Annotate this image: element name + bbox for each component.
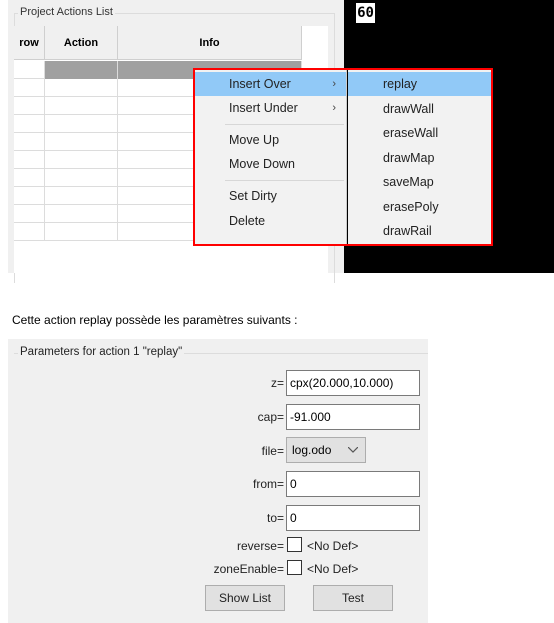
- submenu-item-drawwall[interactable]: drawWall: [348, 97, 491, 121]
- table-cell[interactable]: [45, 79, 118, 97]
- test-button[interactable]: Test: [313, 585, 393, 611]
- table-cell[interactable]: [14, 61, 45, 79]
- table-cell[interactable]: [45, 151, 118, 169]
- menu-separator: [225, 180, 344, 181]
- table-cell[interactable]: [14, 187, 45, 205]
- reverse-default: <No Def>: [307, 539, 359, 553]
- context-menu: Insert Over › Insert Under › Move Up Move …: [195, 70, 347, 244]
- menu-item-delete[interactable]: Delete: [195, 209, 346, 233]
- table-cell[interactable]: [45, 61, 118, 79]
- menu-item-insert-under[interactable]: Insert Under ›: [195, 96, 346, 120]
- table-cell[interactable]: [14, 151, 45, 169]
- show-list-button[interactable]: Show List: [205, 585, 285, 611]
- table-cell[interactable]: [14, 79, 45, 97]
- reverse-label: reverse=: [236, 539, 284, 553]
- to-input[interactable]: [286, 505, 420, 531]
- menu-item-move-down[interactable]: Move Down: [195, 152, 346, 176]
- to-label: to=: [266, 511, 284, 525]
- submenu-item-erasewall[interactable]: eraseWall: [348, 121, 491, 145]
- column-header-action[interactable]: Action: [45, 26, 118, 60]
- file-dropdown[interactable]: log.odo: [286, 437, 366, 463]
- caption-text: Cette action replay possède les paramètr…: [12, 313, 298, 327]
- submenu-item-label: drawWall: [383, 101, 434, 116]
- table-cell[interactable]: [45, 205, 118, 223]
- menu-item-set-dirty[interactable]: Set Dirty: [195, 184, 346, 208]
- submenu-item-label: eraseWall: [383, 126, 439, 140]
- submenu-item-label: saveMap: [383, 175, 434, 189]
- chevron-right-icon: ›: [332, 102, 336, 114]
- z-input[interactable]: [286, 370, 420, 396]
- file-value: log.odo: [292, 443, 332, 457]
- submenu-item-label: erasePoly: [383, 199, 439, 214]
- table-cell[interactable]: [14, 115, 45, 133]
- zoneenable-checkbox[interactable]: [287, 560, 302, 575]
- z-label: z=: [270, 376, 284, 390]
- table-cell[interactable]: [45, 133, 118, 151]
- reverse-checkbox[interactable]: [287, 537, 302, 552]
- submenu-item-erasepoly[interactable]: erasePoly: [348, 195, 491, 219]
- submenu-item-label: replay: [383, 77, 418, 91]
- from-label: from=: [252, 477, 284, 491]
- cap-input[interactable]: [286, 404, 420, 430]
- zoneenable-label: zoneEnable=: [213, 562, 284, 576]
- table-cell[interactable]: [45, 169, 118, 187]
- menu-separator: [225, 124, 344, 125]
- table-cell[interactable]: [45, 223, 118, 241]
- cap-label: cap=: [257, 410, 284, 424]
- column-header-info[interactable]: Info: [118, 26, 302, 60]
- table-cell[interactable]: [14, 205, 45, 223]
- from-input[interactable]: [286, 471, 420, 497]
- menu-item-move-up[interactable]: Move Up: [195, 128, 346, 152]
- menu-item-insert-over[interactable]: Insert Over ›: [195, 72, 346, 96]
- submenu-item-drawmap[interactable]: drawMap: [348, 146, 491, 170]
- group-title: Project Actions List: [18, 6, 115, 18]
- submenu-item-label: drawRail: [383, 224, 432, 238]
- counter-label: 60: [356, 3, 375, 23]
- column-header-row[interactable]: row: [14, 26, 45, 60]
- submenu-item-savemap[interactable]: saveMap: [348, 170, 491, 194]
- table-cell[interactable]: [45, 187, 118, 205]
- zoneenable-default: <No Def>: [307, 562, 359, 576]
- table-cell[interactable]: [14, 97, 45, 115]
- submenu-item-replay[interactable]: replay: [348, 72, 491, 96]
- table-cell[interactable]: [14, 223, 45, 241]
- file-label: file=: [261, 444, 284, 458]
- table-cell[interactable]: [45, 115, 118, 133]
- table-cell[interactable]: [45, 97, 118, 115]
- table-cell[interactable]: [14, 133, 45, 151]
- chevron-right-icon: ›: [332, 78, 336, 90]
- parameters-group-title: Parameters for action 1 "replay": [18, 346, 185, 358]
- table-cell[interactable]: [14, 169, 45, 187]
- insert-over-submenu: replay drawWall eraseWall drawMap saveMap era…: [348, 70, 491, 244]
- chevron-down-icon: [348, 447, 358, 453]
- submenu-item-drawrail[interactable]: drawRail: [348, 219, 491, 243]
- submenu-item-label: drawMap: [383, 150, 435, 165]
